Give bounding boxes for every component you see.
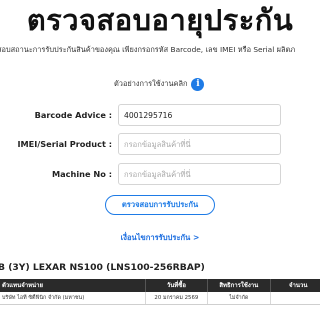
header-dealer: ตัวแทนจำหน่าย bbox=[2, 282, 44, 289]
usage-example-label[interactable]: ตัวอย่างการใช้งานคลิก bbox=[114, 78, 187, 90]
check-warranty-button[interactable]: ตรวจสอบการรับประกัน bbox=[105, 195, 215, 215]
warranty-check-page: ตรวจสอบอายุประกัน สอบสถานะการรับประกันสิ… bbox=[0, 0, 320, 320]
product-title: B (3Y) LEXAR NS100 (LNS100-256RBAP) bbox=[0, 262, 205, 273]
barcode-label: Barcode Advice : bbox=[34, 110, 112, 120]
info-icon[interactable]: i bbox=[191, 77, 205, 91]
cell-purchase-date: 20 มกราคม 2569 bbox=[154, 295, 199, 301]
header-usage-rights: สิทธิการใช้งาน bbox=[219, 282, 259, 289]
table-header: ตัวแทนจำหน่าย วันที่ซื้อ สิทธิการใช้งาน … bbox=[0, 279, 320, 292]
imei-serial-input[interactable] bbox=[118, 133, 281, 155]
machine-no-label: Machine No : bbox=[52, 169, 112, 179]
machine-no-input[interactable] bbox=[118, 163, 281, 185]
usage-example[interactable]: ตัวอย่างการใช้งานคลิก i bbox=[114, 77, 205, 91]
warranty-terms-link[interactable]: เงื่อนไขการรับประกัน > bbox=[0, 232, 320, 244]
cell-dealer: บริษัท ไอที ซิตี้ฟินิก จำกัด (มหาชน) bbox=[2, 295, 85, 301]
barcode-input[interactable] bbox=[118, 104, 281, 126]
table-row: บริษัท ไอที ซิตี้ฟินิก จำกัด (มหาชน) 20 … bbox=[0, 292, 320, 305]
page-title: ตรวจสอบอายุประกัน bbox=[26, 3, 294, 37]
page-subtitle: สอบสถานะการรับประกันสินค้าของคุณ เพียงกร… bbox=[0, 45, 296, 54]
warranty-table: ตัวแทนจำหน่าย วันที่ซื้อ สิทธิการใช้งาน … bbox=[0, 279, 320, 305]
cell-usage-rights: ไม่จำกัด bbox=[229, 295, 249, 301]
cell-divider bbox=[269, 292, 271, 304]
header-purchase-date: วันที่ซื้อ bbox=[166, 282, 186, 289]
header-quantity: จำนวน bbox=[289, 282, 308, 289]
imei-serial-label: IMEI/Serial Product : bbox=[17, 139, 112, 149]
